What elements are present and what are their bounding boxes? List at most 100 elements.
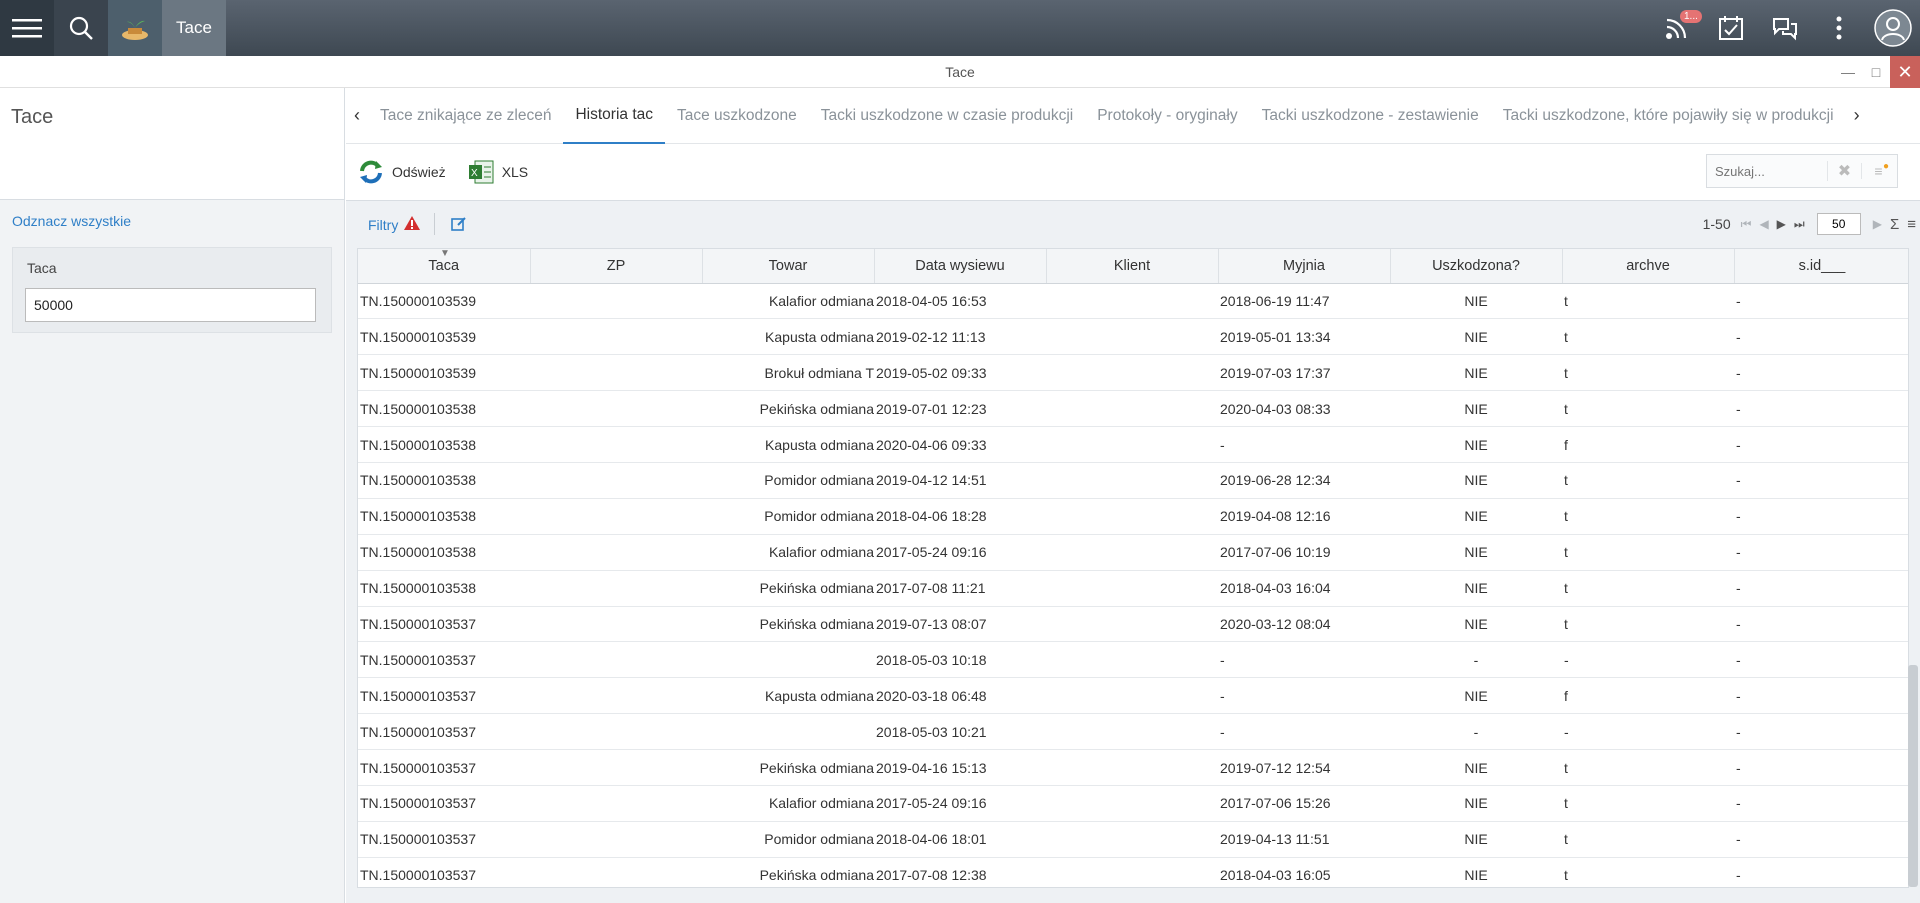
col-sid-cell: - <box>1734 462 1908 499</box>
col-klient-header[interactable]: Klient <box>1046 249 1219 284</box>
table-row[interactable]: TN.150000103537 Pekińska odmiana 2019-07-1… <box>358 606 1908 643</box>
deselect-all-link[interactable]: Odznacz wszystkie <box>12 213 131 229</box>
filters-button[interactable]: Filtry <box>368 216 421 233</box>
xls-export-button[interactable]: X XLS <box>466 157 528 187</box>
table-row[interactable]: TN.150000103537 2018-05-03 10:21- - - - <box>358 713 1908 751</box>
table-row[interactable]: TN.150000103537 Pekińska odmiana 2019-04-1… <box>358 749 1908 786</box>
tab-tace-app[interactable]: Tace <box>162 0 226 56</box>
table-row[interactable]: TN.150000103537 2018-05-03 10:18- - - - <box>358 641 1908 679</box>
table-row[interactable]: TN.150000103538 Pekińska odmiana 2019-07-0… <box>358 390 1908 428</box>
col-sid-header[interactable]: s.id___ <box>1734 249 1908 284</box>
col-archve-cell: t <box>1562 749 1734 786</box>
minimize-icon[interactable]: — <box>1834 56 1862 88</box>
table-row[interactable]: TN.150000103537 Pomidor odmiana 2018-04-06… <box>358 821 1908 858</box>
col-myjnia-cell: 2018-06-19 11:47 <box>1218 283 1390 320</box>
app-logo-icon[interactable] <box>108 0 162 56</box>
col-archve-header[interactable]: archve <box>1562 249 1735 284</box>
col-uszkodzona-cell: NIE <box>1390 821 1562 858</box>
run-icon[interactable]: ▶ <box>1873 217 1882 231</box>
col-towar-header[interactable]: Towar <box>702 249 875 284</box>
col-klient-cell <box>1046 354 1218 392</box>
table-row[interactable]: TN.150000103538 Pekińska odmiana 2017-07-0… <box>358 570 1908 607</box>
col-taca-header[interactable]: ▼ Taca <box>358 249 531 284</box>
table-row[interactable]: TN.150000103539 Kapusta odmiana 2019-02-12… <box>358 318 1908 356</box>
table-row[interactable]: TN.150000103538 Pomidor odmiana 2018-04-06… <box>358 498 1908 535</box>
col-myjnia-cell: 2018-04-03 16:05 <box>1218 857 1390 887</box>
col-towar-cell: Brokuł odmiana T <box>702 354 874 392</box>
columns-menu-icon[interactable]: ≡ <box>1907 216 1916 233</box>
col-uszkodzona-header[interactable]: Uszkodzona? <box>1390 249 1563 284</box>
first-page-icon[interactable]: ⏮ <box>1741 217 1752 232</box>
table-row[interactable]: TN.150000103539 Brokuł odmiana T 2019-05-0… <box>358 354 1908 392</box>
col-towar-cell: Pekińska odmiana <box>702 606 874 643</box>
refresh-button[interactable]: Odśwież <box>356 157 446 187</box>
col-towar-cell: Pekińska odmiana <box>702 857 874 887</box>
page-size-input[interactable] <box>1816 213 1861 235</box>
top-bar: Tace 1... <box>0 0 1920 56</box>
hamburger-menu-icon[interactable] <box>0 0 54 56</box>
refresh-label: Odśwież <box>392 164 446 180</box>
user-avatar-icon[interactable] <box>1866 0 1920 56</box>
col-taca-cell: TN.150000103537 <box>358 641 530 679</box>
col-myjnia-header[interactable]: Myjnia <box>1218 249 1391 284</box>
table-row[interactable]: TN.150000103539 Kalafior odmiana 2018-04-0… <box>358 283 1908 320</box>
close-icon[interactable]: ✕ <box>1890 56 1920 88</box>
col-data-wysiewu-cell: 2018-04-05 16:53 <box>874 283 1046 320</box>
maximize-icon[interactable]: □ <box>1862 56 1890 88</box>
table-row[interactable]: TN.150000103537 Kalafior odmiana 2017-05-2… <box>358 785 1908 822</box>
calendar-check-icon[interactable] <box>1704 0 1758 56</box>
tab-tace-uszkodzone[interactable]: Tace uszkodzone <box>665 88 809 144</box>
col-archve-cell: f <box>1562 426 1734 463</box>
col-zp-header[interactable]: ZP <box>530 249 703 284</box>
col-zp-cell <box>530 426 702 463</box>
tab-protokoly-oryginaly[interactable]: Protokoły - oryginały <box>1085 88 1249 144</box>
table-row[interactable]: TN.150000103538 Pomidor odmiana 2019-04-12… <box>358 462 1908 499</box>
col-myjnia-cell: 2019-04-13 11:51 <box>1218 821 1390 858</box>
table-row[interactable]: TN.150000103537 Kapusta odmiana 2020-03-18… <box>358 677 1908 715</box>
last-page-icon[interactable]: ⏭ <box>1794 217 1805 232</box>
search-icon[interactable] <box>54 0 108 56</box>
next-page-icon[interactable]: ▶ <box>1777 217 1786 231</box>
col-zp-cell <box>530 354 702 392</box>
tab-historia-tac[interactable]: Historia tac <box>563 88 665 144</box>
clear-search-icon[interactable]: ✖ <box>1827 161 1861 181</box>
grid-search: ✖ ≡● <box>1706 154 1898 188</box>
more-vertical-icon[interactable] <box>1812 0 1866 56</box>
col-myjnia-cell: - <box>1218 713 1390 751</box>
col-sid-cell: - <box>1734 749 1908 786</box>
tab-tacki-uszkodzone-produkcji[interactable]: Tacki uszkodzone w czasie produkcji <box>809 88 1085 144</box>
col-archve-cell: - <box>1562 713 1734 751</box>
chat-icon[interactable] <box>1758 0 1812 56</box>
col-zp-cell <box>530 570 702 607</box>
tabs-scroll-left-icon[interactable]: ‹ <box>346 105 368 126</box>
col-sid-cell: - <box>1734 606 1908 643</box>
col-klient-cell <box>1046 426 1218 463</box>
edit-filter-icon[interactable] <box>450 215 468 238</box>
table-row[interactable]: TN.150000103538 Kapusta odmiana 2020-04-06… <box>358 426 1908 463</box>
col-myjnia-cell: 2019-05-01 13:34 <box>1218 318 1390 356</box>
tabs-scroll-right-icon[interactable]: › <box>1846 105 1868 126</box>
tab-tacki-pojawily-sie[interactable]: Tacki uszkodzone, które pojawiły się w p… <box>1491 88 1846 144</box>
col-klient-cell <box>1046 641 1218 679</box>
col-data-wysiewu-cell: 2019-07-13 08:07 <box>874 606 1046 643</box>
col-zp-cell <box>530 857 702 887</box>
col-data-wysiewu-cell: 2017-05-24 09:16 <box>874 534 1046 571</box>
rss-feed-icon[interactable]: 1... <box>1650 0 1704 56</box>
col-myjnia-cell: - <box>1218 641 1390 679</box>
prev-page-icon[interactable]: ◀ <box>1759 217 1768 231</box>
col-zp-cell <box>530 606 702 643</box>
warning-icon <box>404 216 421 233</box>
tab-tace-znikajace[interactable]: Tace znikające ze zleceń <box>368 88 563 144</box>
grid-search-input[interactable] <box>1707 156 1827 186</box>
col-data-wysiewu-header[interactable]: Data wysiewu <box>874 249 1047 284</box>
col-archve-cell: t <box>1562 318 1734 356</box>
col-klient-cell <box>1046 283 1218 320</box>
sum-icon[interactable]: Σ <box>1890 216 1899 233</box>
search-options-icon[interactable]: ≡ ● <box>1861 161 1895 179</box>
tab-tacki-zestawienie[interactable]: Tacki uszkodzone - zestawienie <box>1250 88 1491 144</box>
col-taca-cell: TN.150000103537 <box>358 606 530 643</box>
grid-scrollbar[interactable] <box>1908 665 1918 887</box>
table-row[interactable]: TN.150000103538 Kalafior odmiana 2017-05-2… <box>358 534 1908 571</box>
taca-filter-input[interactable] <box>25 288 316 322</box>
table-row[interactable]: TN.150000103537 Pekińska odmiana 2017-07-0… <box>358 857 1908 887</box>
